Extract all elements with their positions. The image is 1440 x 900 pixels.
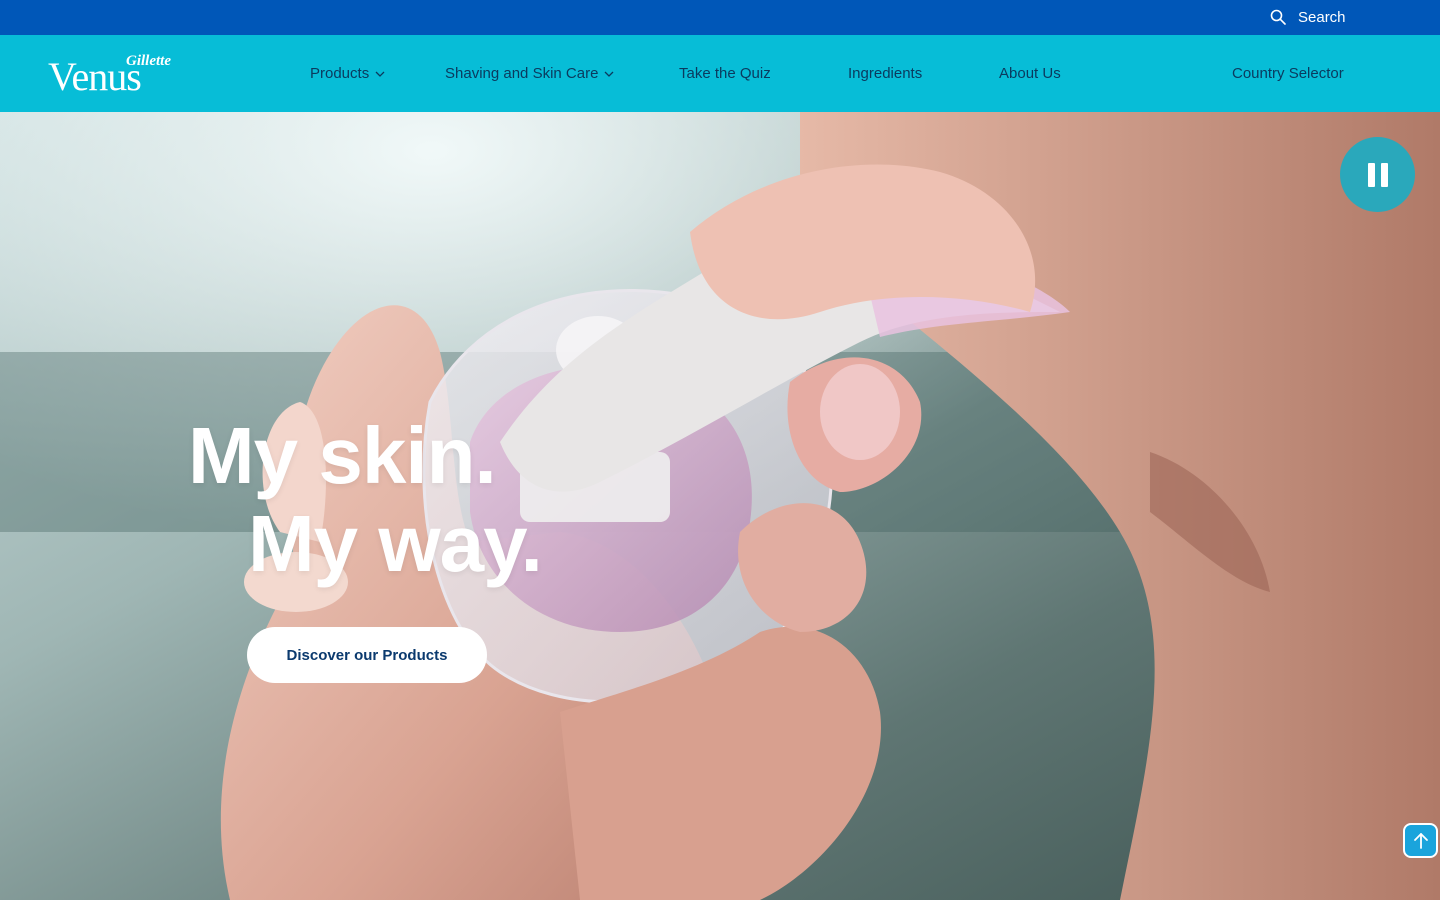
- nav-item-label: Ingredients: [848, 65, 923, 82]
- discover-products-button[interactable]: Discover our Products: [247, 627, 487, 683]
- search-link[interactable]: Search: [1270, 7, 1346, 27]
- nav-item-take-the-quiz[interactable]: Take the Quiz: [679, 35, 771, 112]
- nav-item-products[interactable]: Products: [310, 35, 385, 112]
- nav-item-label: Products: [310, 65, 370, 82]
- nav-item-about-us[interactable]: About Us: [999, 35, 1061, 112]
- hero-headline-line2: My way.: [248, 499, 543, 588]
- scroll-to-top-button[interactable]: [1403, 823, 1438, 858]
- nav-item-label: Shaving and Skin Care: [445, 65, 599, 82]
- logo-venus-text: Venus: [48, 54, 141, 99]
- search-label: Search: [1298, 8, 1346, 26]
- nav-item-ingredients[interactable]: Ingredients: [848, 35, 922, 112]
- nav-item-shaving-and-skin-care[interactable]: Shaving and Skin Care: [445, 35, 614, 112]
- hero-video-background: [0, 112, 1440, 900]
- country-selector-label: Country Selector: [1232, 65, 1344, 82]
- utility-bar: Search: [0, 0, 1440, 35]
- video-pause-button[interactable]: [1340, 137, 1415, 212]
- arrow-up-icon: [1412, 832, 1430, 850]
- nav-item-label: About Us: [999, 65, 1061, 82]
- nav-item-label: Take the Quiz: [679, 65, 771, 82]
- chevron-down-icon: [375, 69, 385, 79]
- hero-headline-line1: My skin.: [188, 411, 497, 500]
- country-selector[interactable]: Country Selector: [1232, 35, 1344, 112]
- pause-icon: [1367, 162, 1389, 187]
- chevron-down-icon: [604, 69, 614, 79]
- venus-logo[interactable]: Gillette Venus: [48, 49, 183, 99]
- main-nav: Gillette Venus Products Shaving and Skin…: [0, 35, 1440, 112]
- hero-section: My skin. My way. Discover our Products: [0, 112, 1440, 900]
- search-icon: [1270, 9, 1286, 25]
